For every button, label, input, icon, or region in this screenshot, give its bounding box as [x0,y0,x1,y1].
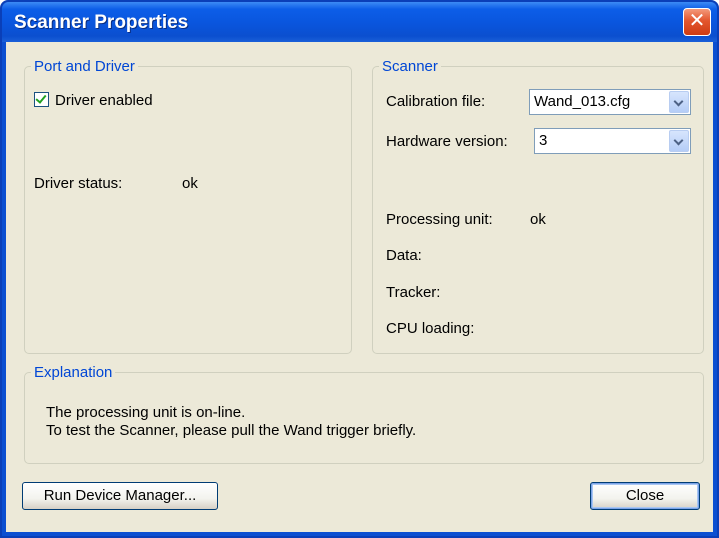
hardware-version-value: 3 [539,132,548,149]
dialog-body: Port and Driver Driver enabled Driver st… [6,42,713,532]
calibration-file-select[interactable]: Wand_013.cfg [529,89,691,115]
run-device-manager-button[interactable]: Run Device Manager... [22,482,218,510]
cpu-loading-label: CPU loading: [386,320,475,337]
explanation-line-1: The processing unit is on-line. [46,404,246,421]
title-bar[interactable]: Scanner Properties ✕ [2,2,717,42]
close-window-icon[interactable]: ✕ [683,8,711,36]
driver-status-label: Driver status: [34,175,123,192]
explanation-legend: Explanation [34,364,113,381]
driver-enabled-checkbox[interactable]: Driver enabled [34,92,153,109]
chevron-down-icon[interactable] [669,130,689,152]
driver-enabled-label: Driver enabled [55,92,153,109]
tracker-label: Tracker: [386,284,441,301]
data-label: Data: [386,247,422,264]
chevron-down-icon[interactable] [669,91,689,113]
scanner-legend: Scanner [382,58,438,75]
driver-status-value: ok [182,175,198,192]
port-driver-legend: Port and Driver [34,58,135,75]
hardware-version-label: Hardware version: [386,133,508,150]
window-title: Scanner Properties [14,12,189,33]
processing-unit-label: Processing unit: [386,211,493,228]
processing-unit-value: ok [530,211,546,228]
close-button[interactable]: Close [590,482,700,510]
calibration-file-value: Wand_013.cfg [534,93,631,110]
dialog-window: Scanner Properties ✕ Port and Driver Dri… [0,0,719,538]
calibration-file-label: Calibration file: [386,93,486,110]
hardware-version-select[interactable]: 3 [534,128,691,154]
checkbox-check-icon [34,92,49,107]
explanation-line-2: To test the Scanner, please pull the Wan… [46,422,417,439]
